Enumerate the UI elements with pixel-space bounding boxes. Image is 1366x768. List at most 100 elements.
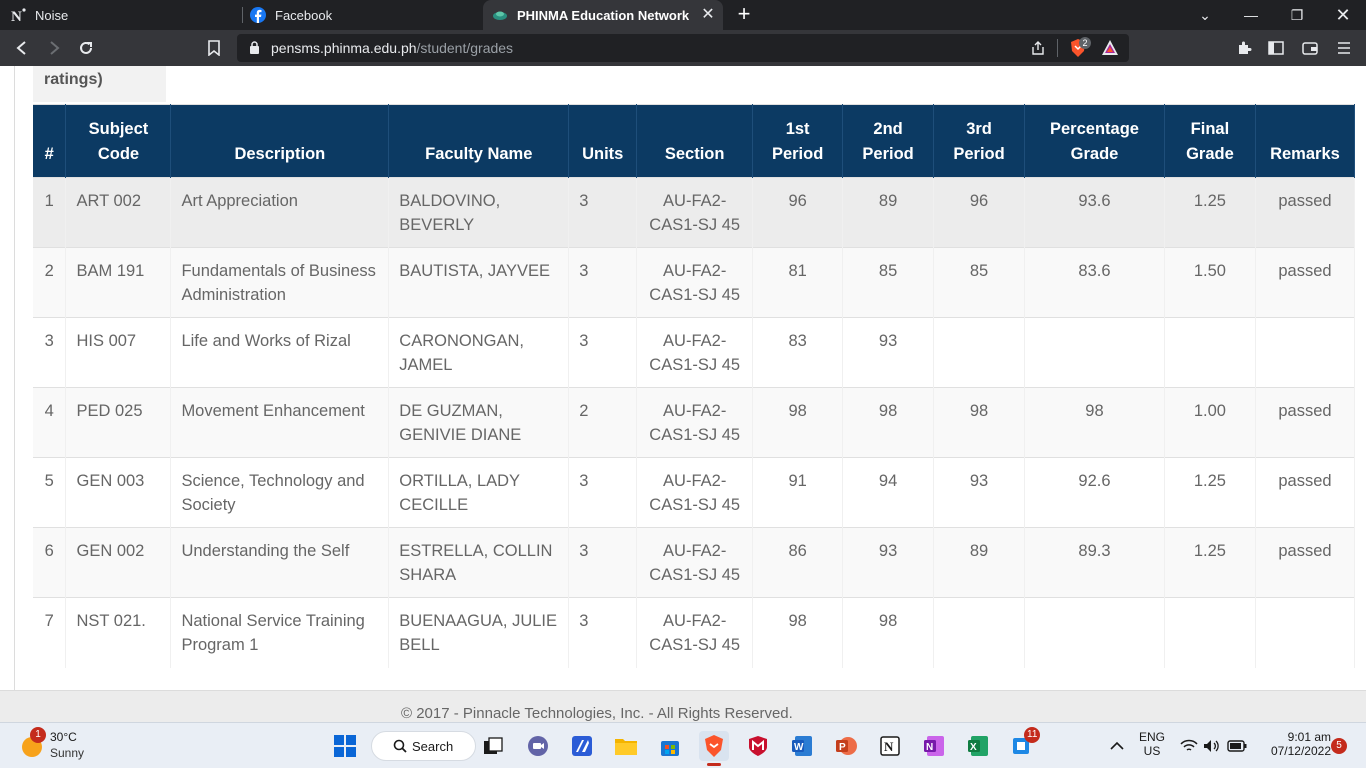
legend-text: ratings) [44, 71, 103, 88]
close-tab-icon[interactable]: ✕ [699, 6, 717, 24]
restore-button[interactable]: ❐ [1274, 0, 1320, 30]
brave-rewards-icon[interactable] [1101, 39, 1119, 61]
teams-app-icon[interactable]: 11 [1007, 727, 1041, 761]
share-icon[interactable] [1030, 40, 1046, 61]
section: AU-FA2-CAS1-SJ 45 [636, 387, 754, 458]
reload-icon[interactable] [74, 36, 98, 60]
subject-code: GEN 002 [65, 527, 172, 598]
third-period-grade: 85 [933, 247, 1026, 318]
wallet-icon[interactable] [1298, 36, 1322, 60]
row-number: 3 [33, 317, 67, 388]
tab-noise[interactable]: N Noise [10, 0, 240, 30]
subject-description: Science, Technology and Society [170, 457, 390, 528]
column-header[interactable]: Remarks [1255, 104, 1356, 178]
svg-text:N: N [11, 9, 22, 23]
column-header[interactable]: Final Grade [1164, 104, 1256, 178]
search-label: Search [412, 738, 454, 754]
column-header[interactable]: 1st Period [752, 104, 844, 178]
bookmark-icon[interactable] [202, 36, 226, 60]
minimize-button[interactable]: — [1228, 0, 1274, 30]
column-header[interactable]: Percentage Grade [1024, 104, 1165, 178]
date-text: 07/12/2022 [1270, 744, 1331, 758]
mcafee-icon[interactable] [743, 731, 773, 761]
first-period-grade: 98 [752, 597, 844, 668]
url-text: pensms.phinma.edu.ph/student/grades [271, 40, 514, 56]
task-view-icon[interactable] [478, 731, 508, 761]
back-icon[interactable] [10, 36, 34, 60]
taskbar-search[interactable]: Search [371, 731, 476, 761]
word-icon[interactable]: W [787, 731, 817, 761]
row-number: 4 [33, 387, 67, 458]
file-explorer-icon[interactable] [611, 731, 641, 761]
notion-icon[interactable]: N [875, 731, 905, 761]
third-period-grade: 96 [933, 177, 1026, 248]
first-period-grade: 98 [752, 387, 844, 458]
section: AU-FA2-CAS1-SJ 45 [636, 597, 754, 668]
faculty-name: ESTRELLA, COLLIN SHARA [388, 527, 570, 598]
brave-browser-icon[interactable] [699, 731, 729, 766]
svg-text:N: N [926, 742, 933, 753]
tab-phinma[interactable]: PHINMA Education Network ✕ [483, 0, 723, 30]
lock-icon [249, 41, 260, 59]
first-period-grade: 91 [752, 457, 844, 528]
address-bar[interactable]: pensms.phinma.edu.ph/student/grades 2 [237, 34, 1129, 62]
column-header[interactable]: 2nd Period [842, 104, 935, 178]
powerpoint-icon[interactable]: P [831, 731, 861, 761]
teams-chat-icon[interactable] [523, 731, 553, 761]
faculty-name: CARONONGAN, JAMEL [388, 317, 570, 388]
second-period-grade: 89 [842, 177, 935, 248]
new-tab-button[interactable]: + [733, 3, 755, 25]
table-header-row: # Subject Code Description Faculty Name … [33, 104, 1356, 178]
final-grade: 1.25 [1164, 457, 1256, 528]
section: AU-FA2-CAS1-SJ 45 [636, 317, 754, 388]
subject-description: Art Appreciation [170, 177, 390, 248]
units: 3 [568, 527, 638, 598]
section: AU-FA2-CAS1-SJ 45 [636, 527, 754, 598]
show-hidden-icons-chevron-icon[interactable] [1104, 731, 1130, 761]
second-period-grade: 93 [842, 317, 935, 388]
column-header[interactable]: Subject Code [65, 104, 172, 178]
onenote-icon[interactable]: N [919, 731, 949, 761]
forward-icon[interactable] [42, 36, 66, 60]
battery-icon[interactable] [1225, 731, 1249, 761]
column-header[interactable]: Description [170, 104, 390, 178]
weather-widget[interactable]: 1 30°C Sunny [18, 727, 98, 762]
third-period-grade [933, 597, 1026, 668]
browser-tab-strip: N Noise Facebook PHINMA Education Networ… [0, 0, 1366, 30]
extensions-icon[interactable] [1232, 36, 1256, 60]
start-icon[interactable] [330, 731, 360, 761]
menu-icon[interactable] [1332, 36, 1356, 60]
column-header[interactable]: Section [636, 104, 754, 178]
language-text: ENG [1138, 730, 1165, 744]
phinma-logo-icon [492, 7, 508, 23]
weather-badge: 1 [30, 727, 46, 743]
facebook-icon [250, 7, 266, 23]
close-window-button[interactable]: ✕ [1320, 0, 1366, 30]
tab-search-chevron-icon[interactable]: ⌄ [1182, 0, 1228, 30]
svg-text:X: X [970, 742, 977, 753]
column-header[interactable]: Faculty Name [388, 104, 570, 178]
first-period-grade: 96 [752, 177, 844, 248]
column-header[interactable]: 3rd Period [933, 104, 1026, 178]
notification-badge[interactable]: 5 [1331, 738, 1347, 754]
tab-facebook[interactable]: Facebook [250, 0, 480, 30]
clock[interactable]: 9:01 am 07/12/2022 [1255, 730, 1331, 758]
sidebar-icon[interactable] [1264, 36, 1288, 60]
column-header[interactable]: Units [568, 104, 638, 178]
third-period-grade: 89 [933, 527, 1026, 598]
region-text: US [1143, 744, 1161, 758]
row-number: 7 [33, 597, 67, 668]
column-header[interactable]: # [33, 104, 67, 178]
language-indicator[interactable]: ENG US [1136, 730, 1168, 758]
final-grade: 1.25 [1164, 527, 1256, 598]
percentage-grade: 83.6 [1024, 247, 1165, 318]
vscode-style-app-icon[interactable] [567, 731, 597, 761]
second-period-grade: 85 [842, 247, 935, 318]
second-period-grade: 98 [842, 597, 935, 668]
volume-icon[interactable] [1201, 731, 1223, 761]
microsoft-store-icon[interactable] [655, 731, 685, 761]
first-period-grade: 86 [752, 527, 844, 598]
units: 3 [568, 317, 638, 388]
wifi-icon[interactable] [1178, 731, 1200, 761]
excel-icon[interactable]: X [963, 731, 993, 761]
